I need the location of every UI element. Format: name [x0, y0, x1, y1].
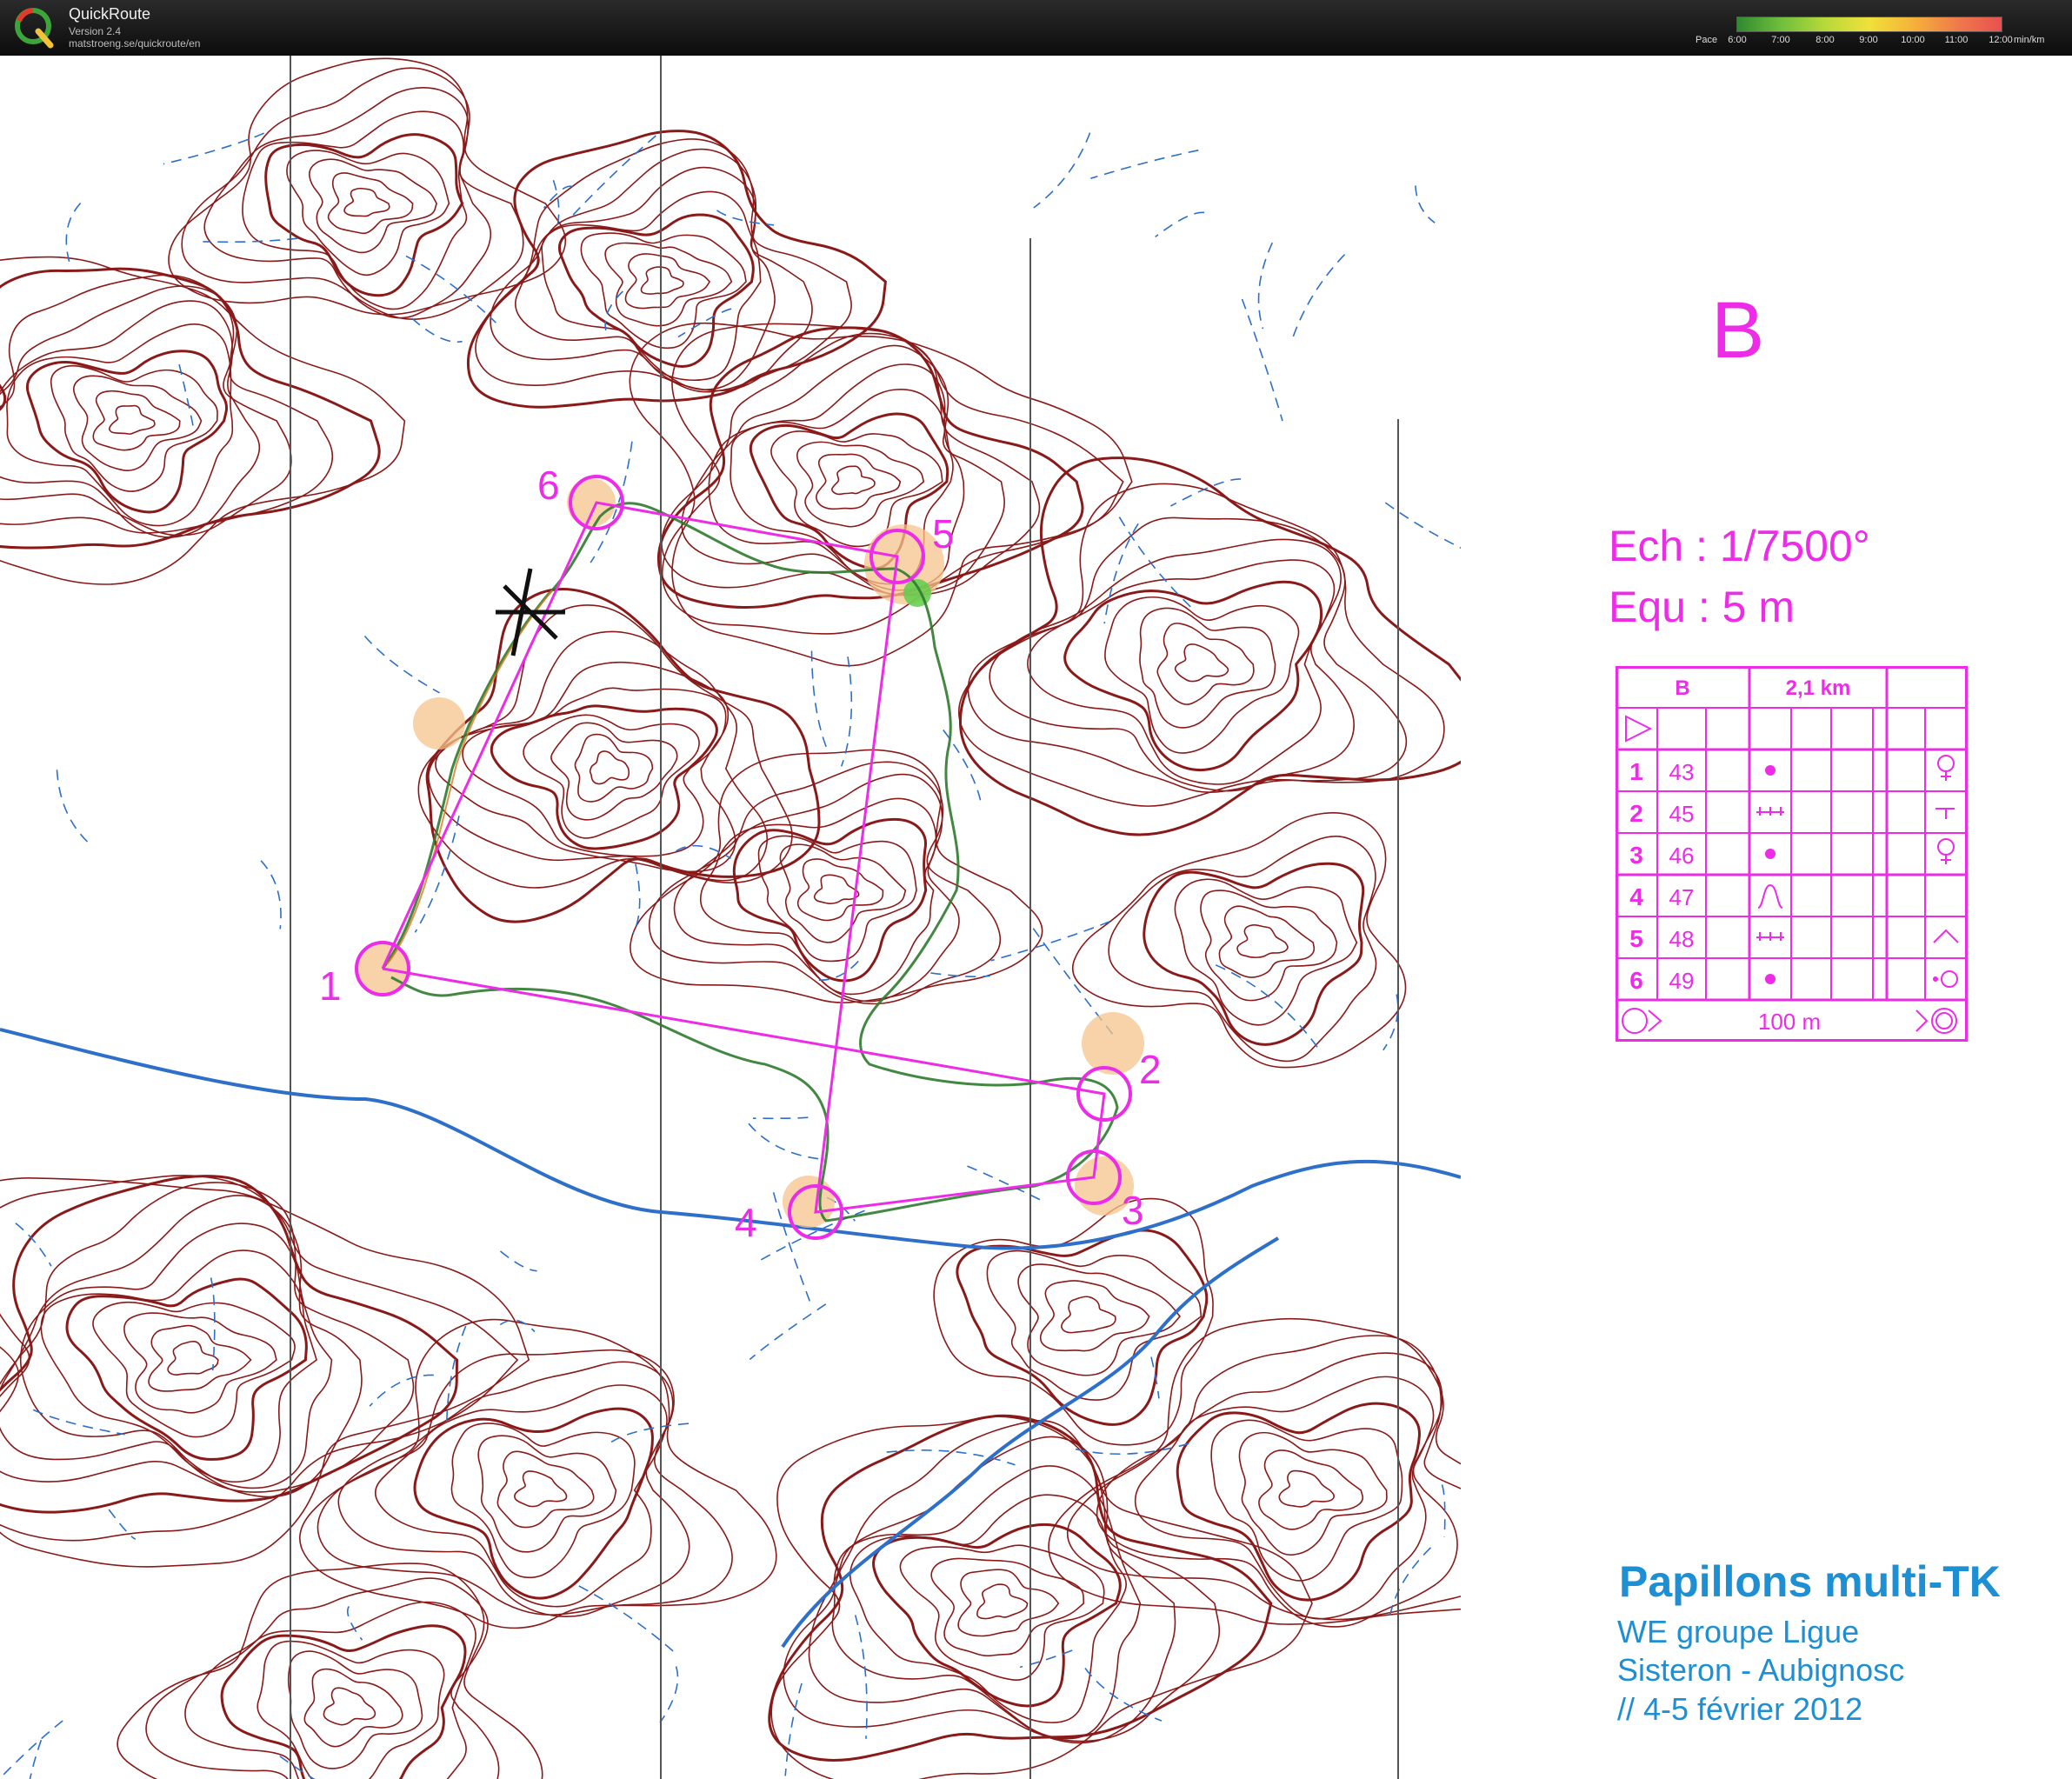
- row-code: 43: [1669, 759, 1695, 785]
- pace-tick: 9:00: [1859, 35, 1878, 45]
- control-number: 5: [932, 511, 955, 556]
- row-code: 45: [1669, 801, 1695, 827]
- row-code: 46: [1669, 843, 1695, 869]
- row-number: 6: [1629, 967, 1643, 994]
- pace-tick: 6:00: [1728, 35, 1747, 45]
- control-number: 3: [1122, 1188, 1144, 1233]
- contour-interval: Equ : 5 m: [1609, 583, 1795, 631]
- pace-tick: 8:00: [1815, 35, 1835, 45]
- orienteering-map[interactable]: 1 2 3 4 5 6: [0, 56, 1461, 1779]
- event-subtitle: WE groupe Ligue: [1617, 1614, 1860, 1649]
- row-number: 2: [1629, 800, 1643, 827]
- table-course-code: B: [1675, 676, 1689, 700]
- start-triangle-icon: [1625, 715, 1653, 743]
- row-code: 47: [1669, 884, 1695, 910]
- table-footer-distance: 100 m: [1758, 1009, 1821, 1035]
- control-number: 2: [1139, 1047, 1162, 1092]
- pace-tick: 11:00: [1944, 35, 1969, 45]
- foot-icon: [1937, 755, 1955, 772]
- top-icon: [1935, 808, 1955, 819]
- header-bar: QuickRoute Version 2.4 matstroeng.se/qui…: [0, 0, 2072, 56]
- control-number: 6: [537, 463, 560, 508]
- map-scale: Ech : 1/7500°: [1609, 522, 1870, 570]
- pace-tick: 7:00: [1771, 35, 1790, 45]
- pace-label: Pace: [1696, 35, 1718, 45]
- location-symbols: [1933, 755, 1959, 988]
- pace-unit: min/km: [2014, 35, 2045, 45]
- ring-icon: [1941, 970, 1958, 988]
- pace-tick: 10:00: [1901, 35, 1925, 45]
- app-url: matstroeng.se/quickroute/en: [69, 37, 201, 50]
- row-number: 3: [1629, 842, 1643, 869]
- app-version: Version 2.4: [69, 25, 122, 37]
- event-date: // 4-5 février 2012: [1617, 1691, 1863, 1727]
- pace-legend: Pace 6:00 7:00 8:00 9:00 10:00 11:00 12:…: [1696, 12, 2061, 50]
- table-course-length: 2,1 km: [1786, 676, 1851, 700]
- course-letter: B: [1711, 286, 1765, 375]
- spur-icon: [1757, 883, 1783, 909]
- last-control-icon: [1622, 1008, 1648, 1034]
- row-code: 48: [1669, 926, 1695, 952]
- pace-color-bar: [1736, 17, 2002, 32]
- corner-icon: [1933, 929, 1959, 943]
- green-vegetation: [903, 579, 931, 607]
- control-description-sheet: B 2,1 km 1 43 2 45 3 46 4 47 5 48 6 49 1…: [1616, 666, 1968, 1042]
- quickroute-logo-icon: [15, 8, 54, 49]
- pace-tick: 12:00: [1989, 35, 2013, 45]
- row-code: 49: [1669, 968, 1695, 994]
- knoll-icon: [1765, 849, 1776, 859]
- row-number: 5: [1629, 925, 1643, 952]
- row-number: 4: [1629, 883, 1643, 910]
- foot-icon: [1937, 838, 1955, 856]
- knoll-icon: [1765, 974, 1776, 984]
- quickroute-window: QuickRoute Version 2.4 matstroeng.se/qui…: [0, 0, 2072, 1779]
- control-number: 4: [735, 1200, 757, 1245]
- control-number: 1: [319, 963, 342, 1009]
- ditch-icon: [1756, 932, 1784, 941]
- event-title: Papillons multi-TK: [1619, 1557, 2001, 1606]
- event-location: Sisteron - Aubignosc: [1617, 1652, 1905, 1688]
- row-number: 1: [1629, 758, 1643, 785]
- ditch-icon: [1756, 807, 1784, 816]
- knoll-icon: [1765, 765, 1776, 776]
- app-name: QuickRoute: [69, 5, 151, 23]
